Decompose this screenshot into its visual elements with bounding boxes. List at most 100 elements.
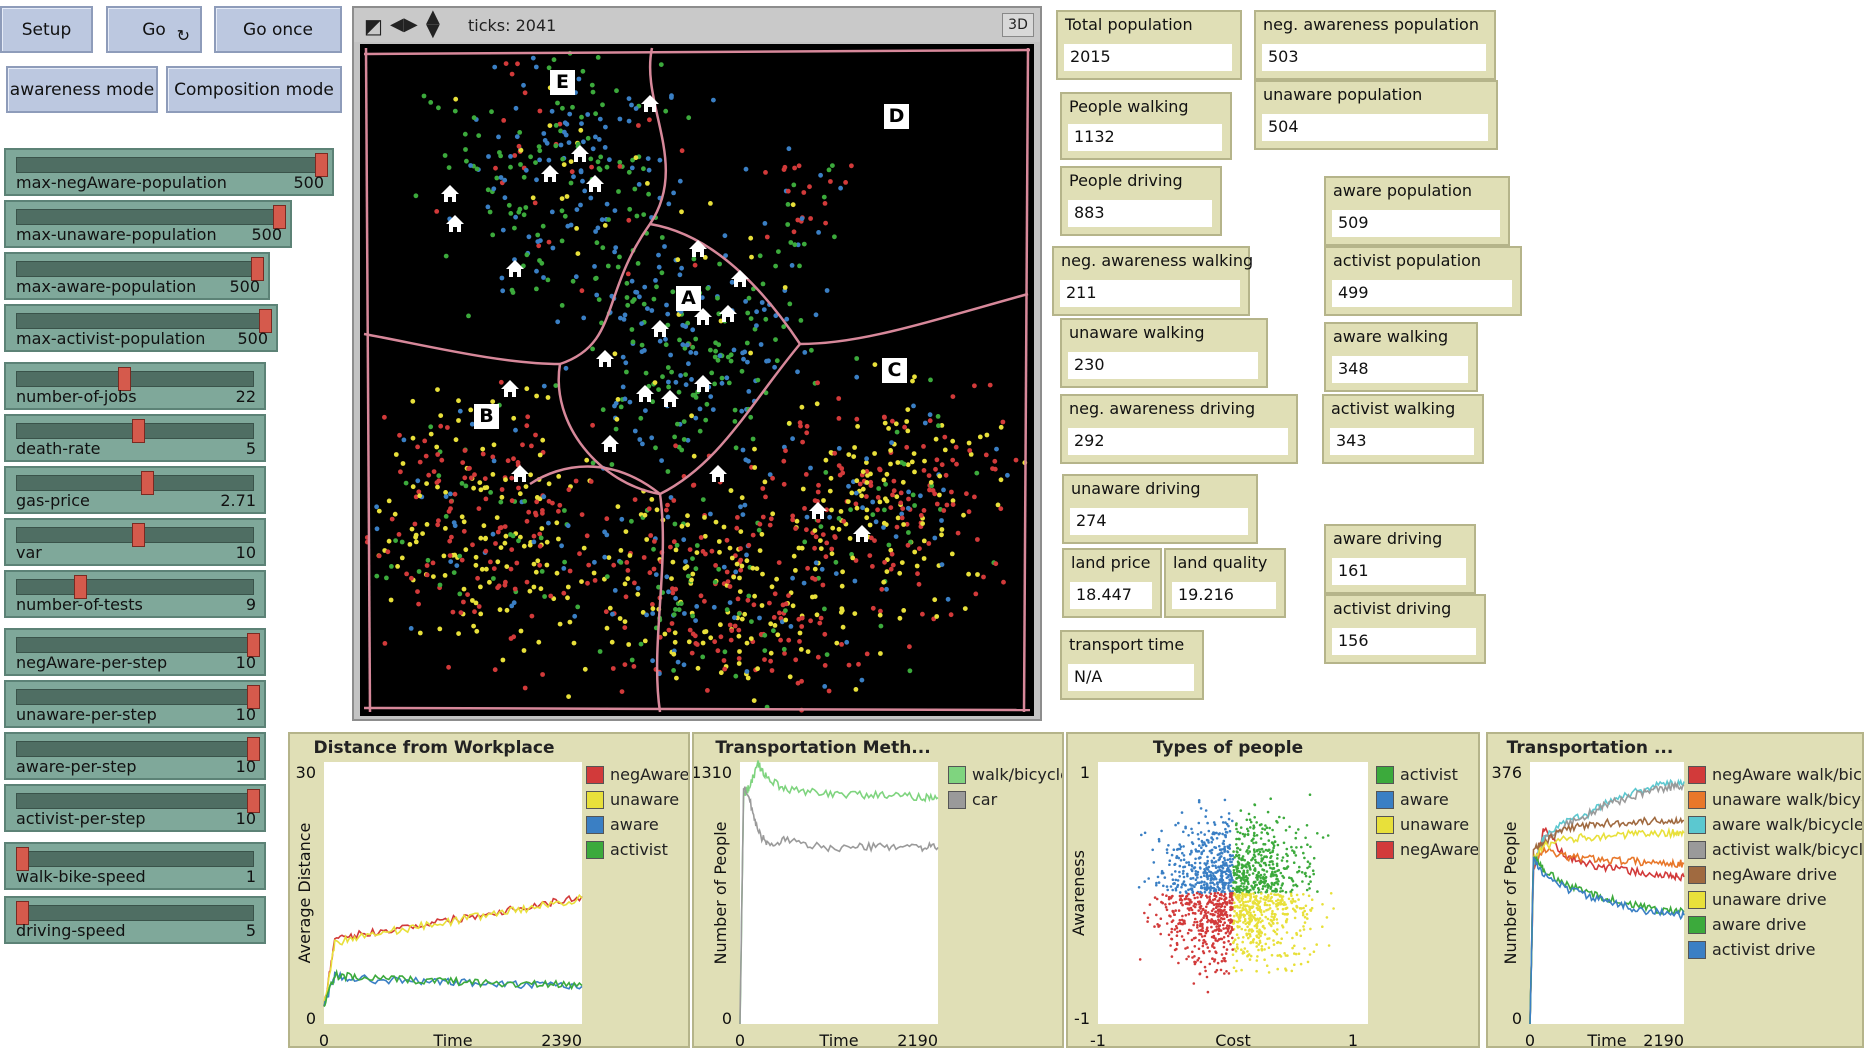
- scatter-point: [1211, 838, 1215, 841]
- monitor-10: activist walking 343: [1322, 394, 1484, 464]
- slider-track[interactable]: [16, 793, 254, 809]
- person-dot: [717, 549, 722, 555]
- slider-9[interactable]: negAware-per-step 10: [4, 628, 266, 676]
- scatter-point: [1229, 914, 1232, 917]
- person-dot: [454, 563, 460, 568]
- awareness-mode-button[interactable]: awareness mode: [6, 66, 158, 113]
- scatter-point: [1181, 883, 1184, 886]
- slider-11[interactable]: aware-per-step 10: [4, 732, 266, 780]
- person-dot: [493, 165, 498, 171]
- scatter-point: [1258, 939, 1262, 943]
- go-button[interactable]: Go ↻: [106, 6, 202, 53]
- scatter-point: [1217, 938, 1221, 941]
- person-dot: [771, 628, 776, 634]
- person-dot: [474, 628, 480, 634]
- resize-horizontal-icon[interactable]: ◀▶: [390, 14, 418, 35]
- scatter-point: [1223, 881, 1226, 885]
- scatter-point: [1184, 890, 1188, 893]
- person-dot: [497, 150, 502, 155]
- slider-6[interactable]: gas-price 2.71: [4, 466, 266, 514]
- person-dot: [756, 527, 762, 533]
- slider-12[interactable]: activist-per-step 10: [4, 784, 266, 832]
- legend-item: unaware: [586, 787, 688, 812]
- slider-14[interactable]: driving-speed 5: [4, 896, 266, 944]
- scatter-point: [1224, 827, 1227, 831]
- slider-3[interactable]: max-activist-population 500: [4, 304, 278, 352]
- person-dot: [459, 557, 465, 563]
- slider-5[interactable]: death-rate 5: [4, 414, 266, 462]
- world-canvas[interactable]: [360, 44, 1034, 716]
- person-dot: [431, 469, 437, 474]
- slider-13[interactable]: walk-bike-speed 1: [4, 842, 266, 890]
- composition-mode-button[interactable]: Composition mode: [166, 66, 342, 113]
- scatter-point: [1312, 950, 1316, 953]
- monitor-value: 230: [1068, 352, 1258, 379]
- resize-vertical-icon[interactable]: ▲ ▼: [426, 8, 440, 40]
- person-dot: [839, 642, 844, 647]
- scatter-point: [1226, 924, 1229, 927]
- scatter-point: [1255, 969, 1258, 973]
- person-dot: [478, 487, 484, 493]
- slider-track[interactable]: [16, 313, 266, 329]
- slider-thumb[interactable]: [132, 419, 145, 443]
- scatter-point: [1181, 894, 1184, 897]
- person-dot: [763, 316, 769, 322]
- person-dot: [457, 591, 463, 597]
- scatter-point: [1304, 874, 1308, 878]
- slider-label: max-aware-population: [16, 277, 197, 296]
- person-dot: [757, 521, 763, 527]
- slider-track[interactable]: [16, 209, 280, 225]
- person-dot: [786, 146, 792, 152]
- scatter-point: [1258, 823, 1262, 827]
- person-dot: [428, 100, 434, 105]
- person-dot: [736, 661, 742, 666]
- slider-track[interactable]: [16, 637, 254, 653]
- scatter-point: [1194, 878, 1198, 881]
- person-dot: [505, 458, 511, 464]
- person-dot: [516, 143, 522, 149]
- slider-track[interactable]: [16, 741, 254, 757]
- slider-track[interactable]: [16, 689, 254, 705]
- person-dot: [523, 484, 529, 489]
- slider-track[interactable]: [16, 905, 254, 921]
- legend-label: walk/bicycle: [972, 765, 1064, 784]
- slider-track[interactable]: [16, 261, 258, 277]
- edit-icon[interactable]: ◩: [364, 14, 383, 38]
- slider-1[interactable]: max-unaware-population 500: [4, 200, 292, 248]
- slider-7[interactable]: var 10: [4, 518, 266, 566]
- scatter-point: [1255, 821, 1258, 824]
- slider-2[interactable]: max-aware-population 500: [4, 252, 270, 300]
- scatter-point: [1199, 875, 1203, 879]
- person-dot: [886, 426, 891, 431]
- slider-10[interactable]: unaware-per-step 10: [4, 680, 266, 728]
- person-dot: [530, 55, 536, 61]
- scatter-point: [1309, 908, 1312, 912]
- slider-4[interactable]: number-of-jobs 22: [4, 362, 266, 410]
- slider-track[interactable]: [16, 157, 322, 173]
- scatter-point: [1214, 860, 1218, 863]
- person-dot: [735, 596, 741, 602]
- slider-track[interactable]: [16, 579, 254, 595]
- setup-button[interactable]: Setup: [0, 6, 93, 53]
- person-dot: [921, 444, 926, 449]
- slider-track[interactable]: [16, 851, 254, 867]
- scatter-point: [1240, 858, 1243, 862]
- scatter-point: [1164, 903, 1167, 906]
- slider-track[interactable]: [16, 371, 254, 387]
- person-dot: [625, 568, 631, 573]
- scatter-point: [1257, 931, 1261, 934]
- person-dot: [600, 407, 606, 413]
- person-dot: [656, 264, 662, 270]
- slider-8[interactable]: number-of-tests 9: [4, 570, 266, 618]
- person-dot: [651, 546, 656, 552]
- slider-thumb[interactable]: [132, 523, 145, 547]
- 3d-button[interactable]: 3D: [1002, 13, 1034, 37]
- person-dot: [582, 666, 588, 672]
- slider-track[interactable]: [16, 475, 254, 491]
- go-once-button[interactable]: Go once: [214, 6, 342, 53]
- slider-thumb[interactable]: [141, 471, 154, 495]
- scatter-point: [1221, 923, 1225, 927]
- person-dot: [763, 170, 768, 175]
- x-min-label: 0: [319, 1031, 329, 1048]
- slider-0[interactable]: max-negAware-population 500: [4, 148, 334, 196]
